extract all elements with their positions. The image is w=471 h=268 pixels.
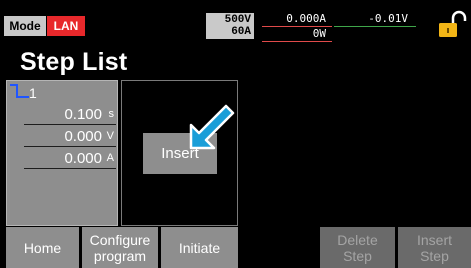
pointer-arrow-icon bbox=[189, 104, 235, 150]
insert-softkey-line1: Insert bbox=[416, 231, 452, 248]
step-time-row[interactable]: 0.100 s bbox=[24, 103, 116, 125]
insert-step-softkey[interactable]: Insert Step bbox=[398, 227, 471, 268]
padlock-icon[interactable] bbox=[437, 10, 467, 40]
voltage-reading: -0.01V bbox=[368, 12, 408, 25]
power-reading: 0W bbox=[312, 27, 326, 40]
delete-softkey-line2: Step bbox=[343, 247, 372, 264]
mode-badge: Mode bbox=[4, 16, 46, 36]
step-number: 1 bbox=[29, 85, 37, 101]
step-time-value: 0.100 bbox=[64, 106, 102, 123]
home-softkey[interactable]: Home bbox=[6, 227, 79, 268]
insert-softkey-line2: Step bbox=[420, 247, 449, 264]
configure-softkey-line2: program bbox=[93, 247, 147, 264]
rating-current: 60A bbox=[231, 26, 251, 38]
step-card[interactable]: 1 0.100 s 0.000 V 0.000 A bbox=[6, 80, 118, 226]
step-current-row[interactable]: 0.000 A bbox=[24, 147, 116, 169]
configure-softkey-line1: Configure bbox=[89, 231, 151, 248]
step-voltage-unit: V bbox=[106, 130, 114, 142]
initiate-softkey-label: Initiate bbox=[178, 239, 221, 256]
initiate-softkey[interactable]: Initiate bbox=[161, 227, 238, 268]
step-current-value: 0.000 bbox=[64, 150, 102, 167]
rating-voltage: 500V bbox=[224, 14, 251, 26]
delete-step-softkey[interactable]: Delete Step bbox=[320, 227, 395, 268]
voltage-underline bbox=[334, 26, 416, 27]
current-reading: 0.000A bbox=[286, 12, 326, 25]
step-current-unit: A bbox=[106, 152, 114, 164]
step-waveform-icon bbox=[10, 84, 29, 98]
lan-badge: LAN bbox=[47, 16, 85, 36]
step-voltage-row[interactable]: 0.000 V bbox=[24, 125, 116, 147]
configure-program-softkey[interactable]: Configure program bbox=[82, 227, 158, 268]
home-softkey-label: Home bbox=[23, 239, 62, 256]
page-title: Step List bbox=[20, 48, 128, 76]
step-time-unit: s bbox=[108, 108, 115, 120]
output-rating: 500V 60A bbox=[206, 13, 254, 39]
power-underline bbox=[262, 41, 332, 42]
delete-softkey-line1: Delete bbox=[337, 231, 378, 248]
step-voltage-value: 0.000 bbox=[64, 128, 102, 145]
